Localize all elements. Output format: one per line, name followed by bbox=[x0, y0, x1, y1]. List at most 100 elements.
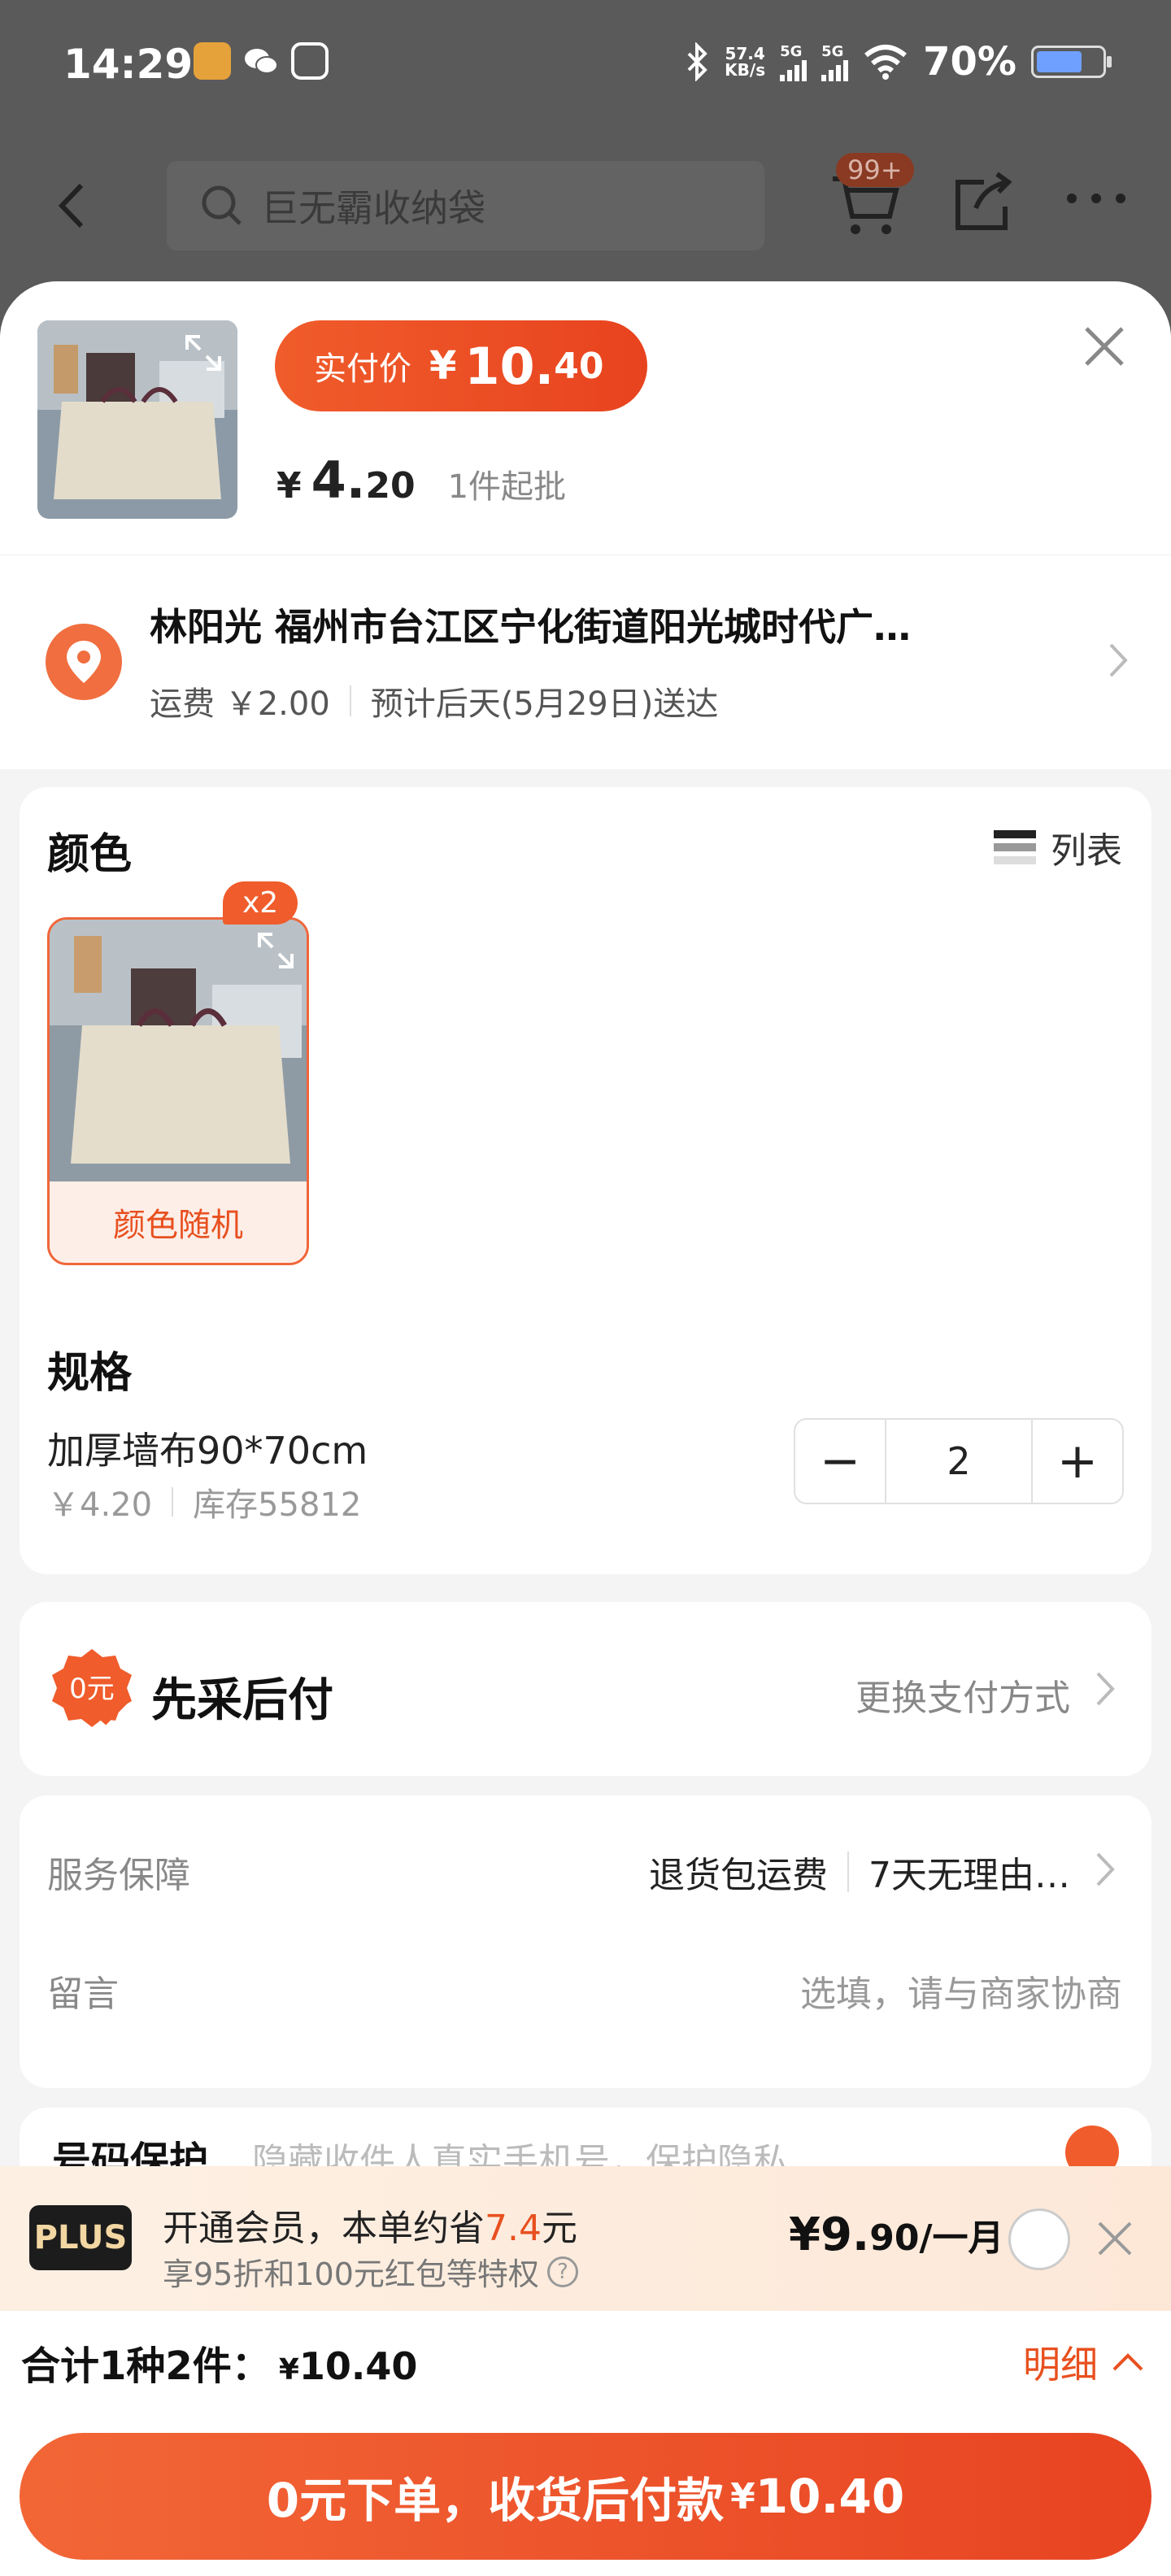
share-icon[interactable] bbox=[951, 171, 1015, 236]
help-icon[interactable]: ? bbox=[546, 2256, 578, 2287]
unit-price: ¥ 4. 20 1件起批 bbox=[276, 450, 566, 510]
plus-price: ¥9.90/一月 bbox=[789, 2208, 1004, 2261]
wechat-app-icon bbox=[242, 42, 280, 80]
product-thumbnail[interactable] bbox=[37, 320, 237, 519]
service-card: 服务保障 退货包运费 7天无理由… 留言 选填，请与商家协商 bbox=[20, 1795, 1151, 2088]
status-time: 14:29 bbox=[63, 41, 194, 88]
order-total: 合计1种2件： ¥10.40 bbox=[21, 2334, 417, 2391]
cart-badge: 99+ bbox=[836, 153, 914, 187]
sim2-label: 5G bbox=[821, 42, 844, 60]
submit-order-button[interactable]: 0元下单，收货后付款 ¥ 10.40 bbox=[20, 2433, 1151, 2560]
expand-icon[interactable] bbox=[256, 931, 295, 970]
spec-section-title: 规格 bbox=[47, 1349, 133, 1398]
net-speed-value: 57.4 bbox=[725, 44, 765, 63]
address-text: 林阳光 福州市台江区宁化街道阳光城时代广… bbox=[150, 605, 912, 649]
paid-price-int: 10. bbox=[464, 336, 555, 396]
unit-price-dec: 20 bbox=[365, 465, 416, 507]
spec-price: ￥4.20 bbox=[47, 1486, 153, 1524]
service-tag-7day: 7天无理由… bbox=[868, 1855, 1070, 1896]
battery-icon bbox=[1031, 46, 1112, 78]
status-app-icons bbox=[194, 42, 329, 80]
net-speed-unit: KB/s bbox=[725, 60, 766, 80]
service-label: 服务保障 bbox=[47, 1855, 190, 1896]
total-value: 10.40 bbox=[298, 2344, 418, 2388]
plus-headline: 开通会员，本单约省7.4元 bbox=[163, 2199, 577, 2251]
service-tags[interactable]: 退货包运费 7天无理由… bbox=[649, 1846, 1070, 1898]
status-right: 57.4 KB/s 5G 5G 70% bbox=[686, 39, 1112, 85]
total-currency: ¥ bbox=[278, 2353, 299, 2387]
location-pin-icon bbox=[46, 624, 122, 700]
change-payment-link[interactable]: 更换支付方式 bbox=[855, 1669, 1070, 1721]
service-tag-return-shipping: 退货包运费 bbox=[649, 1855, 828, 1896]
increase-button[interactable]: + bbox=[1033, 1420, 1122, 1503]
search-bar[interactable]: 巨无霸收纳袋 bbox=[167, 161, 764, 250]
signal-bars-icon bbox=[780, 59, 808, 81]
plus-opt-in-radio[interactable] bbox=[1008, 2208, 1070, 2270]
battery-percent: 70% bbox=[923, 39, 1016, 85]
color-section-title: 颜色 bbox=[47, 830, 133, 879]
note-input[interactable]: 选填，请与商家协商 bbox=[800, 1965, 1122, 2017]
spec-meta: ￥4.20 库存55812 bbox=[47, 1478, 361, 1525]
plus-price-main: ¥9. bbox=[789, 2208, 870, 2261]
close-icon[interactable] bbox=[1095, 2218, 1135, 2259]
expand-icon[interactable] bbox=[184, 333, 223, 372]
sku-bottom-sheet: 实付价 ¥ 10. 40 ¥ 4. 20 1件起批 林阳光 福州市台江区宁化街道… bbox=[0, 281, 1171, 2576]
paid-price-dec: 40 bbox=[554, 345, 604, 387]
signal-bars-icon bbox=[821, 59, 849, 81]
submit-amount: 10.40 bbox=[755, 2469, 905, 2524]
list-toggle-label: 列表 bbox=[1051, 830, 1122, 872]
shipping-address[interactable]: 林阳光 福州市台江区宁化街道阳光城时代广… 运费 ￥2.00 预计后天(5月29… bbox=[0, 555, 1171, 769]
divider bbox=[349, 685, 351, 716]
sheet-header: 实付价 ¥ 10. 40 ¥ 4. 20 1件起批 bbox=[0, 281, 1171, 555]
wifi-icon bbox=[864, 45, 908, 80]
sim1-label: 5G bbox=[780, 42, 803, 60]
swatch-name: 颜色随机 bbox=[50, 1181, 307, 1263]
background-nav: 巨无霸收纳袋 99+ bbox=[0, 146, 1171, 260]
delivery-eta: 预计后天(5月29日)送达 bbox=[370, 685, 719, 723]
shipping-info: 运费 ￥2.00 预计后天(5月29日)送达 bbox=[150, 677, 718, 724]
svg-text:0元: 0元 bbox=[69, 1673, 115, 1705]
close-icon[interactable] bbox=[1082, 324, 1127, 369]
bluetooth-icon bbox=[687, 42, 707, 81]
detail-label: 明细 bbox=[1023, 2343, 1098, 2387]
spec-stock: 库存55812 bbox=[193, 1486, 362, 1524]
chevron-right-icon bbox=[1109, 643, 1128, 677]
more-icon[interactable] bbox=[1067, 194, 1125, 203]
total-label: 合计1种2件： bbox=[21, 2343, 271, 2389]
divider bbox=[172, 1487, 174, 1516]
plus-save-amount: 7.4 bbox=[485, 2208, 542, 2249]
plus-logo: PLUS bbox=[29, 2205, 132, 2270]
plus-headline-prefix: 开通会员，本单约省 bbox=[163, 2208, 485, 2249]
paid-price-currency: ¥ bbox=[429, 343, 457, 389]
list-view-toggle[interactable]: 列表 bbox=[994, 821, 1122, 873]
unit-price-int: 4. bbox=[311, 450, 366, 510]
plus-membership-banner: PLUS 开通会员，本单约省7.4元 享95折和100元红包等特权 ? ¥9.9… bbox=[0, 2166, 1171, 2311]
plus-benefits: 享95折和100元红包等特权 ? bbox=[163, 2249, 578, 2294]
plus-benefits-text: 享95折和100元红包等特权 bbox=[163, 2256, 539, 2292]
chevron-right-icon bbox=[1096, 1852, 1115, 1886]
signal-sim1: 5G bbox=[780, 42, 808, 81]
note-label: 留言 bbox=[47, 1973, 119, 2015]
paid-price-label: 实付价 bbox=[314, 350, 411, 388]
plus-headline-suffix: 元 bbox=[541, 2208, 577, 2249]
divider bbox=[847, 1852, 849, 1892]
price-detail-toggle[interactable]: 明细 bbox=[1023, 2335, 1145, 2389]
net-speed: 57.4 KB/s bbox=[725, 46, 765, 78]
search-placeholder: 巨无霸收纳袋 bbox=[261, 186, 485, 230]
checkout-footer: 合计1种2件： ¥10.40 明细 0元下单，收货后付款 ¥ 10.40 bbox=[0, 2311, 1171, 2576]
quantity-stepper: − 2 + bbox=[794, 1418, 1124, 1504]
submit-currency: ¥ bbox=[730, 2475, 755, 2517]
payment-title: 先采后付 bbox=[151, 1674, 333, 1727]
back-arrow-icon[interactable] bbox=[49, 177, 98, 234]
spec-card: 颜色 列表 颜色随机 x2 规格 加厚墙布90*70cm ￥4.20 库存558… bbox=[20, 787, 1151, 1574]
submit-label: 0元下单，收货后付款 bbox=[266, 2473, 725, 2528]
decrease-button[interactable]: − bbox=[795, 1420, 885, 1503]
color-swatch[interactable]: 颜色随机 bbox=[47, 917, 309, 1265]
pay-later-icon: 0元 bbox=[52, 1649, 132, 1727]
paid-price-pill: 实付价 ¥ 10. 40 bbox=[275, 320, 647, 411]
chevron-right-icon bbox=[1096, 1672, 1115, 1706]
payment-method-card[interactable]: 0元 先采后付 更换支付方式 bbox=[20, 1602, 1151, 1776]
browser-app-icon bbox=[291, 42, 329, 80]
search-icon bbox=[202, 185, 242, 225]
quantity-input[interactable]: 2 bbox=[885, 1420, 1033, 1503]
